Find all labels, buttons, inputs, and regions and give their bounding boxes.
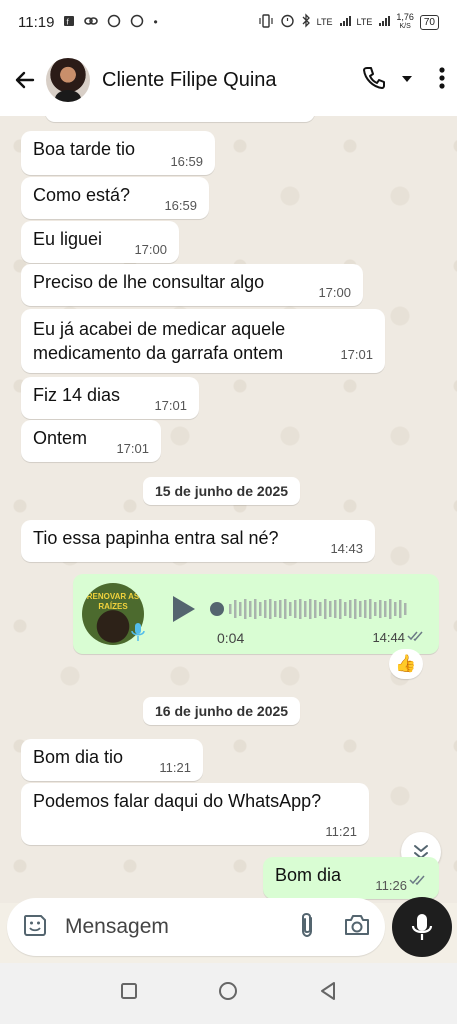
system-nav-bar (0, 963, 457, 1024)
message-time: 17:01 (154, 398, 187, 413)
voice-record-button[interactable] (392, 897, 452, 957)
date-separator: 16 de junho de 2025 (143, 697, 301, 725)
sticker-icon[interactable] (21, 911, 49, 944)
bluetooth-icon (301, 13, 311, 31)
net-speed-value: 1,76 (396, 12, 414, 22)
message-time: 11:21 (159, 760, 191, 775)
message-text: Bom dia (275, 865, 342, 885)
message-text: Fiz 14 dias (33, 385, 121, 405)
voice-avatar-text: RENOVAR AS RAÍZES (86, 592, 140, 611)
message-bubble[interactable]: Ontem 17:01 (21, 420, 161, 462)
chat-header: Cliente Filipe Quina (0, 44, 457, 116)
message-bubble-outgoing[interactable]: Bom dia 11:26 (263, 857, 439, 899)
message-time: 17:00 (134, 242, 167, 257)
back-arrow-icon (15, 71, 35, 89)
voice-duration: 0:04 (217, 630, 245, 646)
message-text: Podemos falar daqui do WhatsApp? (33, 791, 322, 811)
message-text: Bom dia tio (33, 747, 124, 767)
message-bubble[interactable]: Eu já acabei de medicar aquele medicamen… (21, 309, 385, 373)
network-lte-left: LTE (316, 17, 333, 27)
dropdown-icon[interactable] (401, 71, 413, 89)
message-text: Preciso de lhe consultar algo (33, 272, 265, 292)
net-speed-unit: K/S (399, 23, 411, 30)
net-speed: 1,76 K/S (396, 13, 414, 31)
square-icon[interactable] (120, 982, 138, 1005)
thumbs-up-icon[interactable]: 👍 (389, 649, 423, 679)
dot-icon: • (153, 15, 158, 29)
phone-icon[interactable] (361, 65, 387, 96)
voice-time: 14:44 (372, 630, 405, 645)
waveform[interactable] (209, 596, 419, 622)
message-text: Eu liguei (33, 229, 103, 249)
mic-icon (411, 914, 433, 940)
voice-message[interactable]: RENOVAR AS RAÍZES 0:04 14:44 (73, 574, 439, 654)
message-bubble[interactable]: Preciso de lhe consultar algo 17:00 (21, 264, 363, 306)
message-time: 16:59 (164, 198, 197, 213)
back-button[interactable] (12, 67, 38, 93)
double-check-icon (409, 870, 427, 891)
message-bubble[interactable]: Tio essa papinha entra sal né? 14:43 (21, 520, 375, 562)
status-time: 11:19 (18, 13, 55, 31)
double-check-icon (407, 630, 425, 645)
contact-avatar[interactable] (46, 58, 90, 102)
message-bubble-partial (45, 116, 315, 122)
circle-icon[interactable] (218, 981, 238, 1006)
alarm-icon (280, 13, 295, 31)
camera-icon[interactable] (343, 913, 371, 942)
message-time: 17:01 (116, 441, 149, 456)
attach-icon[interactable] (297, 911, 317, 944)
status-bar: 11:19 f • LTE LTE 1,76 K/S 70 (0, 0, 457, 44)
message-time: 16:59 (170, 154, 203, 169)
message-time: 14:43 (330, 541, 363, 556)
message-text: Como está? (33, 185, 131, 205)
message-text: Boa tarde tio (33, 139, 136, 159)
mic-icon (131, 622, 145, 647)
signal-icon (339, 15, 351, 30)
battery-indicator: 70 (419, 14, 439, 30)
triangle-back-icon[interactable] (319, 981, 337, 1006)
message-time: 11:26 (375, 878, 407, 893)
more-vert-icon[interactable] (439, 66, 445, 95)
message-text: Tio essa papinha entra sal né? (33, 528, 279, 548)
message-input[interactable] (65, 915, 265, 939)
message-text: Eu já acabei de medicar aquele medicamen… (33, 319, 286, 363)
message-text: Ontem (33, 428, 88, 448)
contact-name[interactable]: Cliente Filipe Quina (102, 69, 277, 92)
message-bubble[interactable]: Boa tarde tio 16:59 (21, 131, 215, 175)
notification-f-icon: f (63, 15, 75, 30)
play-icon[interactable] (171, 594, 197, 629)
network-lte-right: LTE (356, 17, 373, 27)
message-bubble[interactable]: Fiz 14 dias 17:01 (21, 377, 199, 419)
whatsapp-icon (107, 14, 121, 31)
message-time: 17:01 (340, 347, 373, 362)
message-bubble[interactable]: Eu liguei 17:00 (21, 221, 179, 263)
message-bubble[interactable]: Como está? 16:59 (21, 177, 209, 219)
whatsapp-icon-2 (130, 14, 144, 31)
link-icon (84, 15, 99, 30)
signal-icon-2 (378, 15, 391, 30)
message-bubble[interactable]: Bom dia tio 11:21 (21, 739, 203, 781)
message-time: 17:00 (318, 285, 351, 300)
message-bubble[interactable]: Podemos falar daqui do WhatsApp? 11:21 (21, 783, 369, 845)
vibrate-icon (258, 13, 274, 31)
date-separator: 15 de junho de 2025 (143, 477, 301, 505)
chat-area[interactable]: Boa tarde tio 16:59 Como está? 16:59 Eu … (0, 116, 457, 903)
message-time: 11:21 (325, 824, 357, 839)
message-input-bar (7, 898, 385, 956)
